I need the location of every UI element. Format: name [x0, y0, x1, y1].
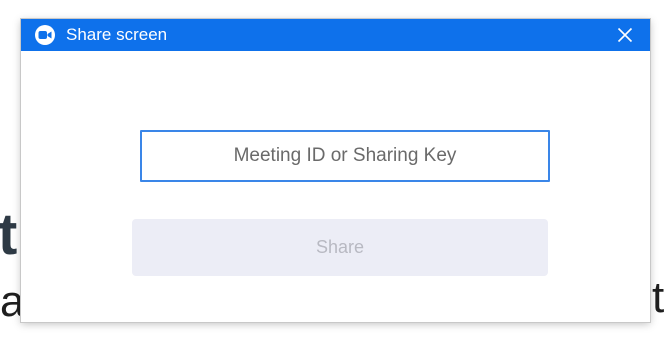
share-screen-dialog: Share screen Share — [21, 19, 650, 322]
close-icon — [617, 27, 633, 43]
close-button[interactable] — [605, 19, 645, 51]
background-heading-fragment: t — [0, 202, 18, 267]
zoom-camera-logo-icon — [35, 25, 55, 45]
dialog-title: Share screen — [66, 25, 168, 44]
background-text-fragment-right: t — [652, 273, 665, 322]
meeting-id-input[interactable] — [140, 130, 550, 182]
background-page-left: t a — [0, 0, 24, 356]
share-button[interactable]: Share — [132, 219, 548, 276]
dialog-titlebar: Share screen — [21, 19, 650, 51]
